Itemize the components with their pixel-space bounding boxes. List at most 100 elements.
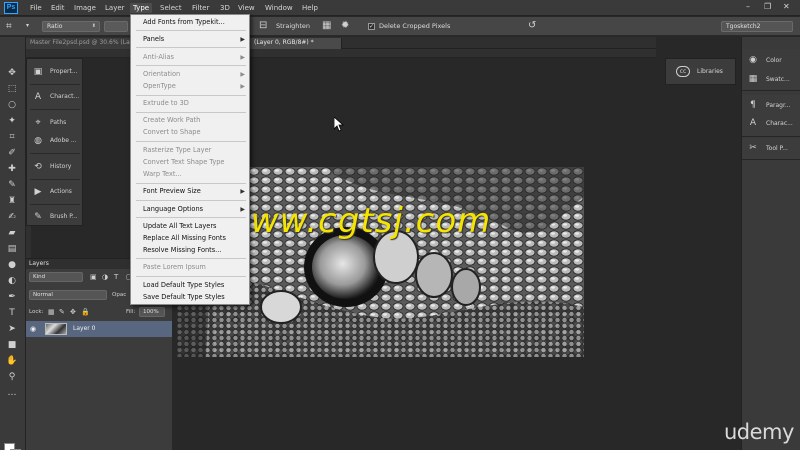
eraser-tool-icon[interactable]: ▰	[5, 227, 19, 240]
chevron-down-icon: ⬍	[91, 23, 96, 29]
menu-file[interactable]: File	[27, 3, 45, 13]
lock-transparent-icon[interactable]: ▦	[48, 307, 55, 317]
tool-preset-arrow-icon[interactable]: ▾	[26, 22, 29, 29]
move-tool-icon[interactable]: ✥	[5, 67, 19, 80]
stamp-tool-icon[interactable]: ♜	[5, 195, 19, 208]
menu-separator	[136, 141, 246, 142]
menu-window[interactable]: Window	[262, 3, 296, 13]
panel-character[interactable]: A Charact...	[27, 87, 84, 107]
layer-kind-select[interactable]: Kind	[29, 272, 83, 282]
menu-item-add-fonts-typekit[interactable]: Add Fonts from Typekit...	[132, 17, 248, 28]
menu-item-update-all-text-layers[interactable]: Update All Text Layers	[132, 221, 248, 232]
maximize-button[interactable]: ❐	[764, 2, 771, 12]
panel-history[interactable]: ⟲ History	[27, 157, 84, 177]
grid-overlay-icon[interactable]: ▦	[322, 20, 331, 32]
lock-position-icon[interactable]: ✥	[70, 307, 76, 317]
zoom-tool-icon[interactable]: ⚲	[5, 371, 19, 384]
shape-tool-icon[interactable]: ■	[5, 339, 19, 352]
lock-all-icon[interactable]: 🔒	[81, 307, 90, 317]
opacity-label: Opac	[112, 292, 127, 298]
panel-paragraph[interactable]: ¶ Paragr...	[742, 96, 800, 114]
dodge-tool-icon[interactable]: ◐	[5, 275, 19, 288]
menu-view[interactable]: View	[235, 3, 258, 13]
panel-actions[interactable]: ▶ Actions	[27, 182, 84, 202]
menu-item-save-default-type-styles[interactable]: Save Default Type Styles	[132, 292, 248, 303]
menu-item-panels[interactable]: Panels ▶	[132, 34, 248, 45]
straighten-icon[interactable]: ⊟	[259, 20, 267, 32]
panel-brush-presets[interactable]: ✎ Brush P...	[27, 207, 84, 227]
menu-layer[interactable]: Layer	[102, 3, 128, 13]
libraries-label: Libraries	[697, 68, 723, 75]
menu-item-replace-missing-fonts[interactable]: Replace All Missing Fonts	[132, 233, 248, 244]
menu-item-label: Rasterize Type Layer	[143, 146, 212, 154]
ratio-select[interactable]: Ratio ⬍	[42, 21, 100, 32]
panel-tool-presets[interactable]: ✂ Tool P...	[742, 139, 800, 157]
panel-character-styles[interactable]: A Charac...	[742, 114, 800, 132]
straighten-label[interactable]: Straighten	[276, 22, 310, 31]
filter-adjustment-icon[interactable]: ◑	[102, 272, 108, 282]
hand-tool-icon[interactable]: ✋	[5, 355, 19, 368]
menu-edit[interactable]: Edit	[48, 3, 68, 13]
lasso-tool-icon[interactable]: ○	[5, 99, 19, 112]
workspace-select[interactable]: Tgosketch2	[721, 21, 793, 32]
menu-item-load-default-type-styles[interactable]: Load Default Type Styles	[132, 280, 248, 291]
panel-properties[interactable]: ▣ Propert...	[27, 62, 84, 82]
reset-icon[interactable]: ↺	[528, 20, 536, 32]
crop-tool-icon[interactable]: ⌗	[5, 131, 19, 144]
panel-adobe-color[interactable]: ◍ Adobe ...	[27, 131, 84, 151]
menu-type[interactable]: Type	[130, 3, 153, 13]
panel-swatches[interactable]: ▦ Swatc...	[742, 70, 800, 88]
menu-bar: Ps File Edit Image Layer Type Select Fil…	[0, 0, 800, 16]
filter-pixel-icon[interactable]: ▣	[90, 272, 97, 282]
ratio-width-input[interactable]	[104, 21, 128, 32]
filter-type-icon[interactable]: T	[114, 272, 118, 282]
blur-tool-icon[interactable]: ●	[5, 259, 19, 272]
menu-select[interactable]: Select	[157, 3, 185, 13]
quick-select-tool-icon[interactable]: ✦	[5, 115, 19, 128]
layer-row-layer-0[interactable]: ◉ Layer 0	[26, 321, 172, 337]
submenu-arrow-icon: ▶	[240, 36, 245, 43]
path-select-tool-icon[interactable]: ➤	[5, 323, 19, 336]
menu-3d[interactable]: 3D	[217, 3, 233, 13]
brush-tool-icon[interactable]: ✎	[5, 179, 19, 192]
panel-paths[interactable]: ⌖ Paths	[27, 113, 84, 133]
menu-help[interactable]: Help	[299, 3, 321, 13]
marquee-tool-icon[interactable]: ⬚	[5, 83, 19, 96]
right-panel-dock: ◉ Color ▦ Swatc... ¶ Paragr... A Charac.…	[741, 37, 800, 450]
panel-color[interactable]: ◉ Color	[742, 51, 800, 69]
minimize-button[interactable]: –	[746, 2, 750, 12]
menu-item-font-preview-size[interactable]: Font Preview Size ▶	[132, 186, 248, 197]
gradient-tool-icon[interactable]: ▤	[5, 243, 19, 256]
menu-item-language-options[interactable]: Language Options ▶	[132, 204, 248, 215]
document-tab-active[interactable]: (Layer 0, RGB/8#) *	[250, 38, 342, 49]
pen-tool-icon[interactable]: ✒	[5, 291, 19, 304]
layer-name: Layer 0	[73, 325, 96, 332]
crop-tool-icon[interactable]: ⌗	[6, 21, 20, 33]
menu-item-resolve-missing-fonts[interactable]: Resolve Missing Fonts...	[132, 245, 248, 256]
gear-icon[interactable]: ✹	[341, 20, 349, 32]
fill-input[interactable]: 100%	[139, 307, 165, 317]
eyedropper-tool-icon[interactable]: ✐	[5, 147, 19, 160]
libraries-panel[interactable]: cc Libraries	[665, 58, 736, 85]
tool-presets-icon: ✂	[749, 143, 757, 153]
menu-separator	[136, 30, 246, 31]
healing-tool-icon[interactable]: ✚	[5, 163, 19, 176]
visibility-eye-icon[interactable]: ◉	[30, 324, 36, 334]
menu-item-label: Convert to Shape	[143, 128, 201, 136]
blend-mode-select[interactable]: Normal	[29, 290, 107, 300]
panel-paths-label: Paths	[50, 119, 67, 126]
type-tool-icon[interactable]: T	[5, 307, 19, 320]
menu-image[interactable]: Image	[71, 3, 99, 13]
more-tools-icon[interactable]: …	[5, 387, 19, 400]
menu-item-label: Create Work Path	[143, 116, 201, 124]
close-button[interactable]: ✕	[783, 2, 790, 12]
actions-icon: ▶	[34, 187, 42, 197]
delete-cropped-checkbox[interactable]: ✓	[368, 23, 375, 30]
menu-item-label: OpenType	[143, 82, 176, 90]
lock-image-icon[interactable]: ✎	[59, 307, 65, 317]
history-brush-tool-icon[interactable]: ✍	[5, 211, 19, 224]
blend-mode-value: Normal	[33, 292, 53, 298]
menu-filter[interactable]: Filter	[189, 3, 212, 13]
character-icon: A	[34, 92, 42, 102]
layers-tab[interactable]: Layers	[29, 260, 49, 268]
